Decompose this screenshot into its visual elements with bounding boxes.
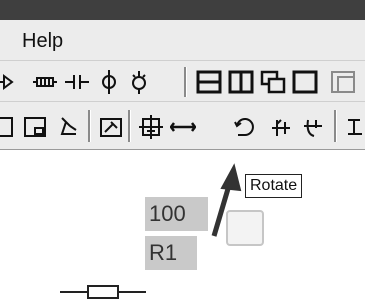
toolbar-separator (88, 110, 91, 142)
toolbar-separator (128, 110, 131, 142)
toolbar-separator (334, 110, 337, 142)
wire-tool-icon[interactable] (56, 114, 82, 140)
capacitor-icon[interactable] (64, 69, 90, 95)
ground-icon[interactable] (138, 114, 164, 140)
cascade-windows-icon[interactable] (260, 69, 286, 95)
resistor-symbol[interactable] (58, 282, 148, 302)
mirror-icon[interactable] (300, 114, 326, 140)
ac-source-icon[interactable] (126, 69, 152, 95)
window-partial-icon[interactable] (330, 69, 356, 95)
toolbar-separator (184, 67, 187, 97)
clipped-icon[interactable] (344, 114, 365, 140)
layout-horizontal-icon[interactable] (196, 69, 222, 95)
flip-icon[interactable] (268, 114, 294, 140)
inductor-icon[interactable] (32, 69, 58, 95)
toolbar-components (0, 60, 365, 102)
layout-vertical-icon[interactable] (228, 69, 254, 95)
rotate-icon[interactable] (232, 114, 258, 140)
properties-icon[interactable] (98, 114, 124, 140)
toolbar-edit (0, 102, 365, 246)
menu-help[interactable]: Help (22, 30, 63, 53)
diode-icon[interactable] (0, 69, 20, 95)
title-bar (0, 0, 365, 20)
current-source-icon[interactable] (96, 69, 122, 95)
page-frame-icon[interactable] (22, 114, 48, 140)
menu-bar: Help (0, 20, 365, 60)
component-ref-label[interactable]: R1 (145, 236, 197, 270)
page-icon[interactable] (0, 114, 16, 140)
single-window-icon[interactable] (292, 69, 318, 95)
component-value-label[interactable]: 100 (145, 197, 208, 231)
flip-horizontal-icon[interactable] (170, 114, 196, 140)
tooltip-rotate: Rotate (245, 174, 303, 198)
